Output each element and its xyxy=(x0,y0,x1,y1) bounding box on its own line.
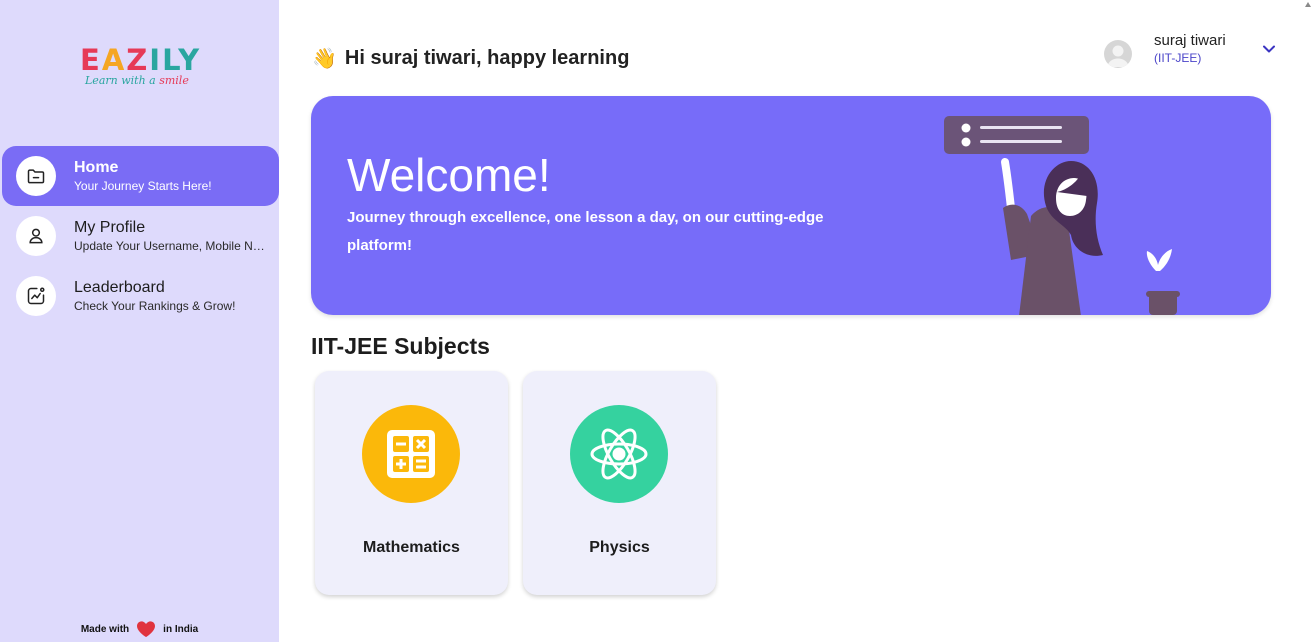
made-in-india-footer: Made with in India xyxy=(0,620,279,638)
sidebar-item-subtitle: Update Your Username, Mobile Number xyxy=(74,239,269,253)
sidebar-item-title: Home xyxy=(74,159,119,176)
calculator-icon xyxy=(362,405,460,503)
chart-icon xyxy=(16,276,56,316)
logo-wordmark: EAZILY xyxy=(80,43,202,77)
sidebar: EAZILY Learn with a smile Home Your Jour… xyxy=(0,0,279,642)
sidebar-item-leaderboard[interactable]: Leaderboard Check Your Rankings & Grow! xyxy=(2,266,279,326)
sidebar-nav: Home Your Journey Starts Here! My Profil… xyxy=(0,146,279,326)
sidebar-item-subtitle: Check Your Rankings & Grow! xyxy=(74,299,236,313)
subject-label: Mathematics xyxy=(363,539,460,556)
scroll-up-arrow[interactable] xyxy=(1304,0,1312,10)
sidebar-item-title: My Profile xyxy=(74,219,146,236)
greeting: 👋 Hi suraj tiwari, happy learning xyxy=(312,46,629,71)
user-name: suraj tiwari xyxy=(1154,32,1226,49)
eazily-logo[interactable]: EAZILY Learn with a smile xyxy=(80,44,210,94)
chevron-down-icon[interactable] xyxy=(1262,42,1276,56)
user-menu[interactable]: suraj tiwari (IIT-JEE) xyxy=(1104,30,1284,74)
heart-icon xyxy=(137,621,156,638)
greeting-text: Hi suraj tiwari, happy learning xyxy=(344,47,630,69)
subjects-heading: IIT-JEE Subjects xyxy=(311,333,490,359)
subject-card-physics[interactable]: Physics xyxy=(523,371,716,595)
subject-card-mathematics[interactable]: Mathematics xyxy=(315,371,508,595)
avatar xyxy=(1104,40,1132,68)
atom-icon xyxy=(570,405,668,503)
banner-text: Journey through excellence, one lesson a… xyxy=(347,209,824,254)
sidebar-item-my-profile[interactable]: My Profile Update Your Username, Mobile … xyxy=(2,206,279,266)
footer-prefix: Made with xyxy=(80,623,130,635)
footer-suffix: in India xyxy=(163,623,199,635)
waving-hand-icon: 👋 xyxy=(312,48,337,70)
sidebar-item-title: Leaderboard xyxy=(74,279,165,296)
sidebar-item-subtitle: Your Journey Starts Here! xyxy=(74,179,212,193)
user-course: (IIT-JEE) xyxy=(1154,51,1202,65)
banner-title: Welcome! xyxy=(347,149,551,201)
user-icon xyxy=(16,216,56,256)
subject-label: Physics xyxy=(589,539,650,556)
folder-icon xyxy=(16,156,56,196)
teacher-illustration xyxy=(944,116,1180,315)
welcome-banner: Welcome! Journey through excellence, one… xyxy=(311,96,1271,315)
sidebar-item-home[interactable]: Home Your Journey Starts Here! xyxy=(2,146,279,206)
